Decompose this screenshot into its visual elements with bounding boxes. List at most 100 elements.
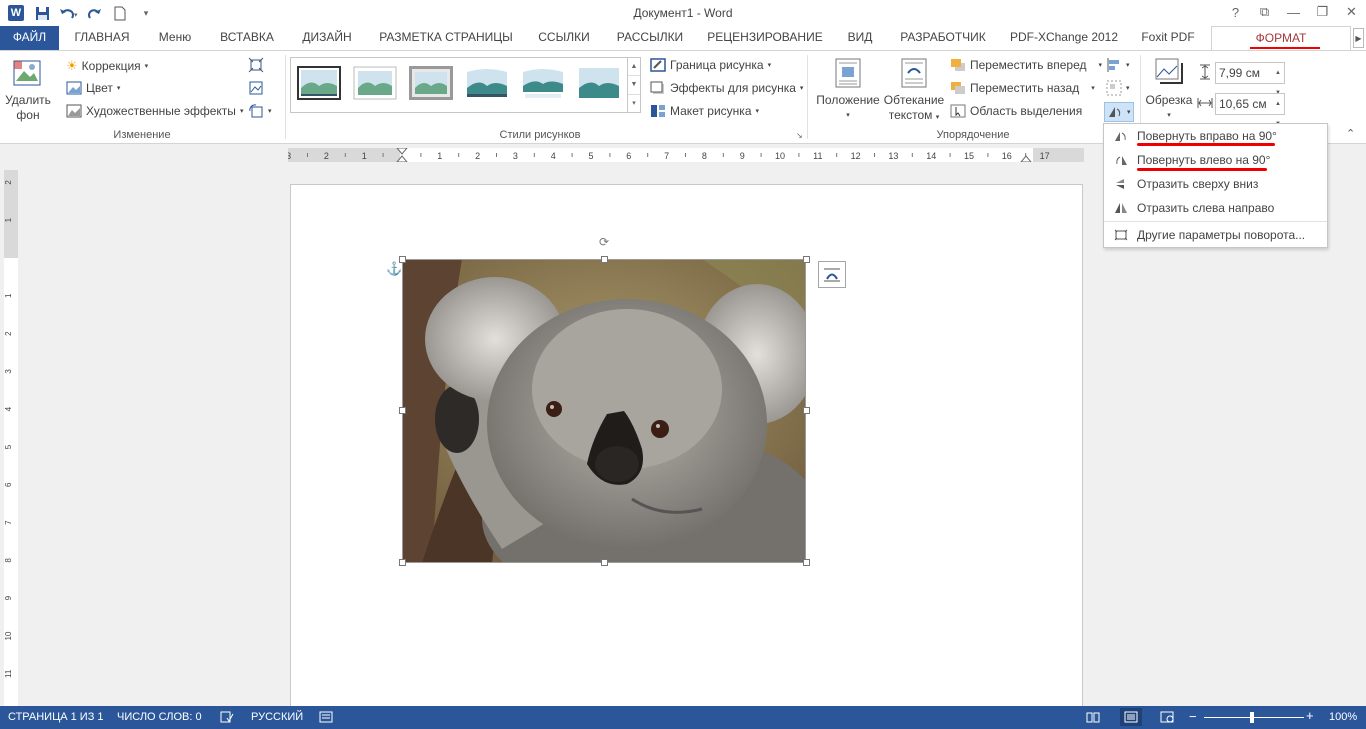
picture-layout-button[interactable]: Макет рисунка ▾ [650, 104, 759, 118]
zoom-out-icon[interactable]: − [1189, 709, 1197, 724]
tab-design[interactable]: ДИЗАЙН [292, 26, 362, 50]
resize-handle-right[interactable] [803, 407, 810, 414]
resize-handle-bottom[interactable] [601, 559, 608, 566]
crop-button[interactable]: Обрезка ▾ [1144, 55, 1194, 127]
change-picture-icon[interactable] [248, 80, 264, 96]
remove-background-icon [13, 60, 41, 86]
ribbon-display-options-button[interactable]: ⧉ [1250, 0, 1279, 24]
align-button[interactable]: ▾ [1106, 57, 1130, 73]
menu-item-flip-vertical[interactable]: Отразить сверху вниз [1104, 172, 1327, 196]
koala-picture[interactable] [402, 259, 806, 563]
selection-pane-button[interactable]: Область выделения [950, 104, 1082, 118]
vruler-ticks: 211234567891011 [4, 180, 13, 678]
tab-foxit-pdf[interactable]: Foxit PDF [1134, 26, 1202, 50]
zoom-slider-track[interactable] [1204, 717, 1304, 718]
rotate-button[interactable]: ▾ [1104, 102, 1134, 122]
position-button[interactable]: Положение ▾ [814, 55, 882, 127]
vertical-ruler[interactable]: 2 1 1 2 3 4 5 6 7 8 9 10 11 [4, 170, 18, 706]
remove-background-button[interactable]: Удалить фон [3, 55, 53, 127]
horizontal-ruler[interactable]: 3 2 1 1 2 3 4 5 6 7 8 9 10 11 12 13 14 15 16 17 [288, 148, 1084, 162]
group-objects-button[interactable]: ▾ [1106, 80, 1130, 96]
tab-insert[interactable]: ВСТАВКА [212, 26, 282, 50]
shape-height-icon [1200, 64, 1210, 80]
zoom-in-icon[interactable]: + [1306, 708, 1314, 723]
tabs-scroll-right-icon[interactable]: ▶ [1353, 28, 1364, 48]
width-spinner[interactable]: ▲▼ [1272, 94, 1284, 127]
save-icon[interactable] [32, 3, 52, 23]
tab-review[interactable]: РЕЦЕНЗИРОВАНИЕ [702, 26, 828, 50]
customize-qat-icon[interactable]: ▾ [136, 3, 156, 23]
picture-style-3[interactable] [409, 66, 453, 100]
indent-marker[interactable] [396, 148, 408, 162]
height-field[interactable]: 7,99 см ▲▼ [1215, 62, 1285, 96]
vruler-label: 4 [4, 406, 13, 411]
help-button[interactable]: ? [1221, 0, 1250, 24]
zoom-slider-thumb[interactable] [1250, 712, 1254, 723]
ruler-ticks: 3 2 1 1 2 3 4 5 6 7 8 9 10 11 12 13 14 15 16 17 [288, 148, 1050, 162]
rotation-handle-icon[interactable]: ⟳ [597, 235, 611, 249]
compress-pictures-icon[interactable] [248, 57, 264, 73]
artistic-effects-button[interactable]: Художественные эффекты ▾ [66, 104, 243, 118]
send-backward-button[interactable]: Переместить назад ▾ [950, 81, 1095, 95]
redo-icon[interactable] [84, 3, 104, 23]
height-spinner[interactable]: ▲▼ [1272, 63, 1284, 96]
resize-handle-top-right[interactable] [803, 256, 810, 263]
tab-mailings[interactable]: РАССЫЛКИ [608, 26, 692, 50]
collapse-ribbon-icon[interactable]: ⌃ [1346, 127, 1355, 140]
picture-style-5[interactable] [521, 66, 565, 100]
layout-options-button[interactable] [818, 261, 846, 288]
bring-forward-button[interactable]: Переместить вперед ▾ [950, 58, 1102, 72]
language[interactable]: РУССКИЙ [251, 711, 303, 723]
send-backward-icon [951, 82, 965, 94]
undo-icon[interactable]: ▾ [58, 3, 78, 23]
read-mode-icon[interactable] [1086, 711, 1100, 726]
ruler-label: 5 [588, 151, 593, 161]
word-app-icon[interactable]: W [6, 3, 26, 23]
reset-picture-button[interactable]: ▾ [248, 103, 272, 119]
picture-styles-dialog-launcher-icon[interactable]: ↘ [796, 131, 803, 140]
tab-format[interactable]: ФОРМАТ [1211, 26, 1351, 51]
print-layout-icon[interactable] [1120, 708, 1142, 726]
color-button[interactable]: Цвет ▾ [66, 81, 120, 95]
page-count[interactable]: СТРАНИЦА 1 ИЗ 1 [8, 711, 104, 723]
gallery-up-icon[interactable]: ▲ [628, 58, 640, 77]
menu-item-flip-horizontal[interactable]: Отразить слева направо [1104, 196, 1327, 220]
gallery-down-icon[interactable]: ▼ [628, 76, 640, 95]
picture-effects-button[interactable]: Эффекты для рисунка ▾ [650, 81, 803, 95]
word-count[interactable]: ЧИСЛО СЛОВ: 0 [117, 711, 202, 723]
shape-width-icon [1197, 98, 1213, 108]
minimize-button[interactable]: — [1279, 0, 1308, 24]
right-indent-marker[interactable] [1020, 155, 1032, 162]
gallery-more-icon[interactable]: ▾ [628, 95, 640, 112]
tab-page-layout[interactable]: РАЗМЕТКА СТРАНИЦЫ [372, 26, 520, 50]
tab-home[interactable]: ГЛАВНАЯ [66, 26, 138, 50]
close-button[interactable]: ✕ [1337, 0, 1366, 24]
picture-style-2[interactable] [353, 66, 397, 100]
picture-style-6[interactable] [577, 66, 621, 100]
corrections-button[interactable]: ☀ Коррекция ▾ [66, 58, 148, 74]
picture-border-button[interactable]: Граница рисунка ▾ [650, 58, 771, 72]
tab-menu[interactable]: Меню [146, 26, 204, 50]
tab-references[interactable]: ССЫЛКИ [530, 26, 598, 50]
picture-style-1[interactable] [297, 66, 341, 100]
zoom-level[interactable]: 100% [1329, 711, 1357, 723]
resize-handle-bottom-right[interactable] [803, 559, 810, 566]
proofing-icon[interactable] [220, 711, 234, 726]
picture-style-4[interactable] [465, 66, 509, 100]
resize-handle-bottom-left[interactable] [399, 559, 406, 566]
menu-item-more-rotation-options[interactable]: Другие параметры поворота... [1104, 223, 1327, 247]
flip-horizontal-label: Отразить слева направо [1137, 201, 1275, 215]
tab-pdf-xchange[interactable]: PDF-XChange 2012 [1004, 26, 1124, 50]
width-field[interactable]: 10,65 см ▲▼ [1215, 93, 1285, 127]
tab-view[interactable]: ВИД [838, 26, 882, 50]
restore-button[interactable]: ❐ [1308, 0, 1337, 24]
resize-handle-top[interactable] [601, 256, 608, 263]
wrap-text-button[interactable]: Обтекание текстом ▾ [882, 55, 946, 127]
new-document-icon[interactable] [110, 3, 130, 23]
tab-developer[interactable]: РАЗРАБОТЧИК [892, 26, 994, 50]
tab-file[interactable]: ФАЙЛ [0, 26, 59, 50]
web-layout-icon[interactable] [1160, 711, 1174, 726]
macro-recording-icon[interactable] [319, 711, 333, 726]
ruler-label: 3 [513, 151, 518, 161]
resize-handle-left[interactable] [399, 407, 406, 414]
